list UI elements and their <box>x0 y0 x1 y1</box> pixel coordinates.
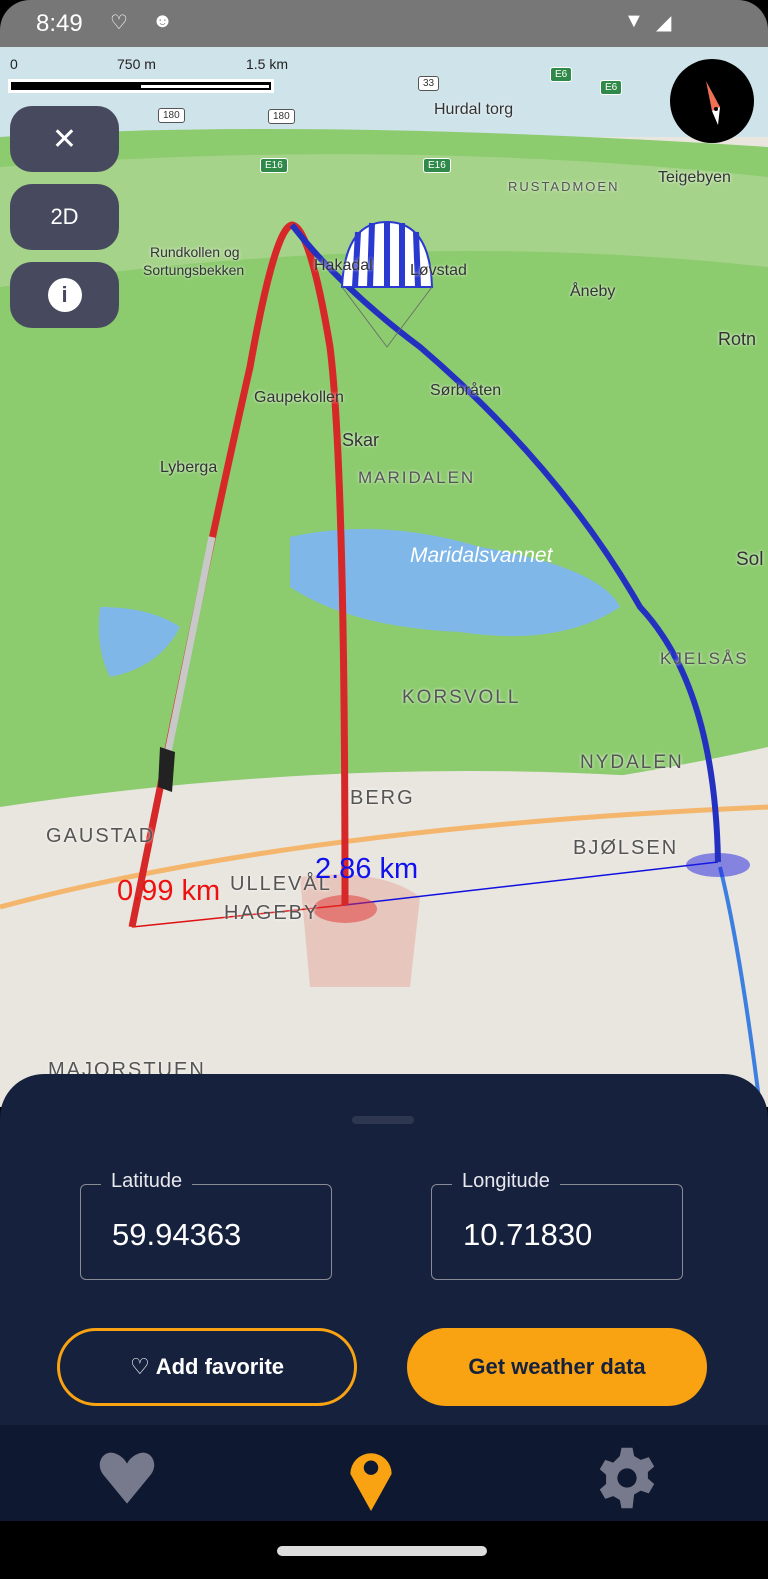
road-shield: E6 <box>600 80 623 95</box>
place-label: Gaupekollen <box>254 389 344 406</box>
place-label: Teigebyen <box>658 169 731 186</box>
road-shield: 180 <box>158 108 185 123</box>
road-shield: 180 <box>268 109 295 124</box>
notification-icon: ♡ <box>110 12 128 34</box>
close-icon: ✕ <box>51 122 78 156</box>
wifi-icon: ▼ <box>624 10 644 32</box>
place-label: Hurdal torg <box>434 101 514 118</box>
scale-zero: 0 <box>10 56 18 72</box>
drag-handle[interactable] <box>352 1116 414 1124</box>
location-sheet: Latitude 59.94363 Longitude 10.71830 ♡ A… <box>0 1074 768 1426</box>
distance-label-blue: 2.86 km <box>315 853 419 885</box>
compass-button[interactable] <box>670 59 754 143</box>
scale-bar <box>8 79 274 93</box>
place-label: BJØLSEN <box>573 837 679 859</box>
road-shield: E6 <box>550 67 573 82</box>
heart-icon[interactable] <box>94 1445 160 1509</box>
place-label: Hakadal <box>314 257 373 274</box>
map-pin-icon[interactable] <box>346 1445 396 1511</box>
compass-icon <box>706 81 720 125</box>
lake-label: Maridalsvannet <box>410 544 553 567</box>
place-label: RUSTADMOEN <box>508 179 620 194</box>
view-mode-button[interactable]: 2D <box>10 184 119 250</box>
info-button[interactable]: i <box>10 262 119 328</box>
road-shield: E16 <box>260 158 288 173</box>
longitude-field[interactable]: Longitude 10.71830 <box>431 1170 683 1280</box>
home-indicator[interactable] <box>277 1546 487 1556</box>
place-label: GAUSTAD <box>46 825 156 847</box>
clock: 8:49 <box>36 10 83 37</box>
place-label: Lyberga <box>160 459 218 476</box>
get-weather-label: Get weather data <box>468 1354 646 1379</box>
add-favorite-label: Add favorite <box>155 1354 285 1379</box>
get-weather-button[interactable]: Get weather data <box>407 1328 707 1406</box>
place-label: Sortungsbekken <box>143 262 245 278</box>
app-notification-icon: ☻ <box>152 10 174 32</box>
gear-icon[interactable] <box>594 1445 660 1511</box>
place-label: KJELSÅS <box>660 649 749 668</box>
place-label: Skar <box>342 430 380 450</box>
heart-outline-icon: ♡ <box>129 1354 150 1379</box>
status-bar: 8:49 ♡ ☻ ▼ ◢ <box>0 0 768 47</box>
add-favorite-button[interactable]: ♡ Add favorite <box>57 1328 357 1406</box>
latitude-field[interactable]: Latitude 59.94363 <box>80 1170 332 1280</box>
rocket-fins <box>158 747 175 792</box>
bottom-nav <box>0 1425 768 1521</box>
place-label: NYDALEN <box>580 752 684 773</box>
place-label: Sol <box>736 549 764 570</box>
place-label: Rotn <box>718 329 757 349</box>
scale-end: 1.5 km <box>246 56 289 72</box>
place-label: HAGEBY <box>224 902 320 924</box>
place-label: MARIDALEN <box>358 468 476 487</box>
place-label: BERG <box>350 787 415 809</box>
place-label: Åneby <box>570 283 616 300</box>
close-button[interactable]: ✕ <box>10 106 119 172</box>
latitude-value: 59.94363 <box>112 1217 242 1252</box>
latitude-label: Latitude <box>101 1170 193 1193</box>
road-shield: 33 <box>418 76 440 91</box>
view-mode-label: 2D <box>50 204 79 229</box>
info-icon: i <box>47 278 82 312</box>
place-label: Løvstad <box>410 262 467 279</box>
place-label: KORSVOLL <box>402 687 521 708</box>
road-shield: E16 <box>423 158 451 173</box>
longitude-label: Longitude <box>452 1170 560 1193</box>
place-label: Sørbråten <box>430 382 502 399</box>
distance-label-red: 0.99 km <box>117 875 221 907</box>
longitude-value: 10.71830 <box>463 1217 593 1252</box>
signal-icon: ◢ <box>656 12 672 34</box>
scale-mid: 750 m <box>117 56 156 72</box>
place-label: Rundkollen og <box>150 244 240 260</box>
